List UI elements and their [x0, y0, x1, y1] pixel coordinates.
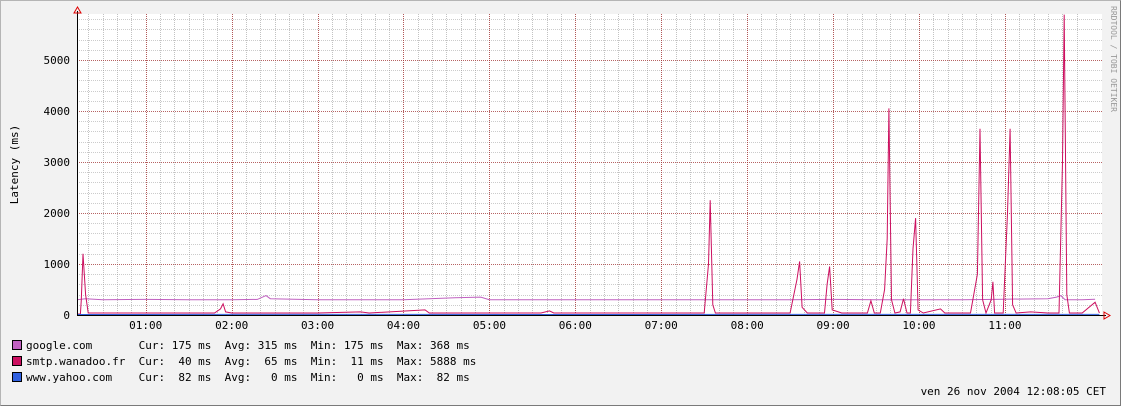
x-tick-label: 02:00 [215, 319, 248, 332]
x-tick-label: 06:00 [559, 319, 592, 332]
x-tick-label: 07:00 [645, 319, 678, 332]
legend-text: www.yahoo.com Cur: 82 ms Avg: 0 ms Min: … [26, 371, 470, 384]
y-tick-label: 5000 [44, 54, 71, 67]
rrdtool-watermark: RRDTOOL / TOBI OETIKER [1109, 6, 1118, 112]
legend-text: google.com Cur: 175 ms Avg: 315 ms Min: … [26, 339, 470, 352]
y-axis-label: Latency (ms) [8, 125, 21, 204]
legend-entry: www.yahoo.com Cur: 82 ms Avg: 0 ms Min: … [12, 371, 470, 384]
legend-entry: google.com Cur: 175 ms Avg: 315 ms Min: … [12, 339, 470, 352]
x-tick-label: 01:00 [129, 319, 162, 332]
x-tick-label: 08:00 [731, 319, 764, 332]
legend-swatch [12, 372, 22, 382]
legend-swatch [12, 340, 22, 350]
y-tick-label: 4000 [44, 105, 71, 118]
y-tick-label: 3000 [44, 156, 71, 169]
x-tick-label: 04:00 [387, 319, 420, 332]
x-tick-label: 05:00 [473, 319, 506, 332]
y-tick-label: 2000 [44, 207, 71, 220]
legend-swatch [12, 356, 22, 366]
x-tick-label: 03:00 [301, 319, 334, 332]
x-tick-label: 11:00 [988, 319, 1021, 332]
y-tick-label: 0 [63, 309, 70, 322]
legend-text: smtp.wanadoo.fr Cur: 40 ms Avg: 65 ms Mi… [26, 355, 477, 368]
y-tick-label: 1000 [44, 258, 71, 271]
x-tick-label: 10:00 [902, 319, 935, 332]
legend-entry: smtp.wanadoo.fr Cur: 40 ms Avg: 65 ms Mi… [12, 355, 476, 368]
x-tick-label: 09:00 [817, 319, 850, 332]
timestamp: ven 26 nov 2004 12:08:05 CET [920, 385, 1106, 398]
latency-chart: 0 1000 2000 3000 4000 5000 01:00 02:00 03:00 04:0… [8, 6, 1111, 332]
